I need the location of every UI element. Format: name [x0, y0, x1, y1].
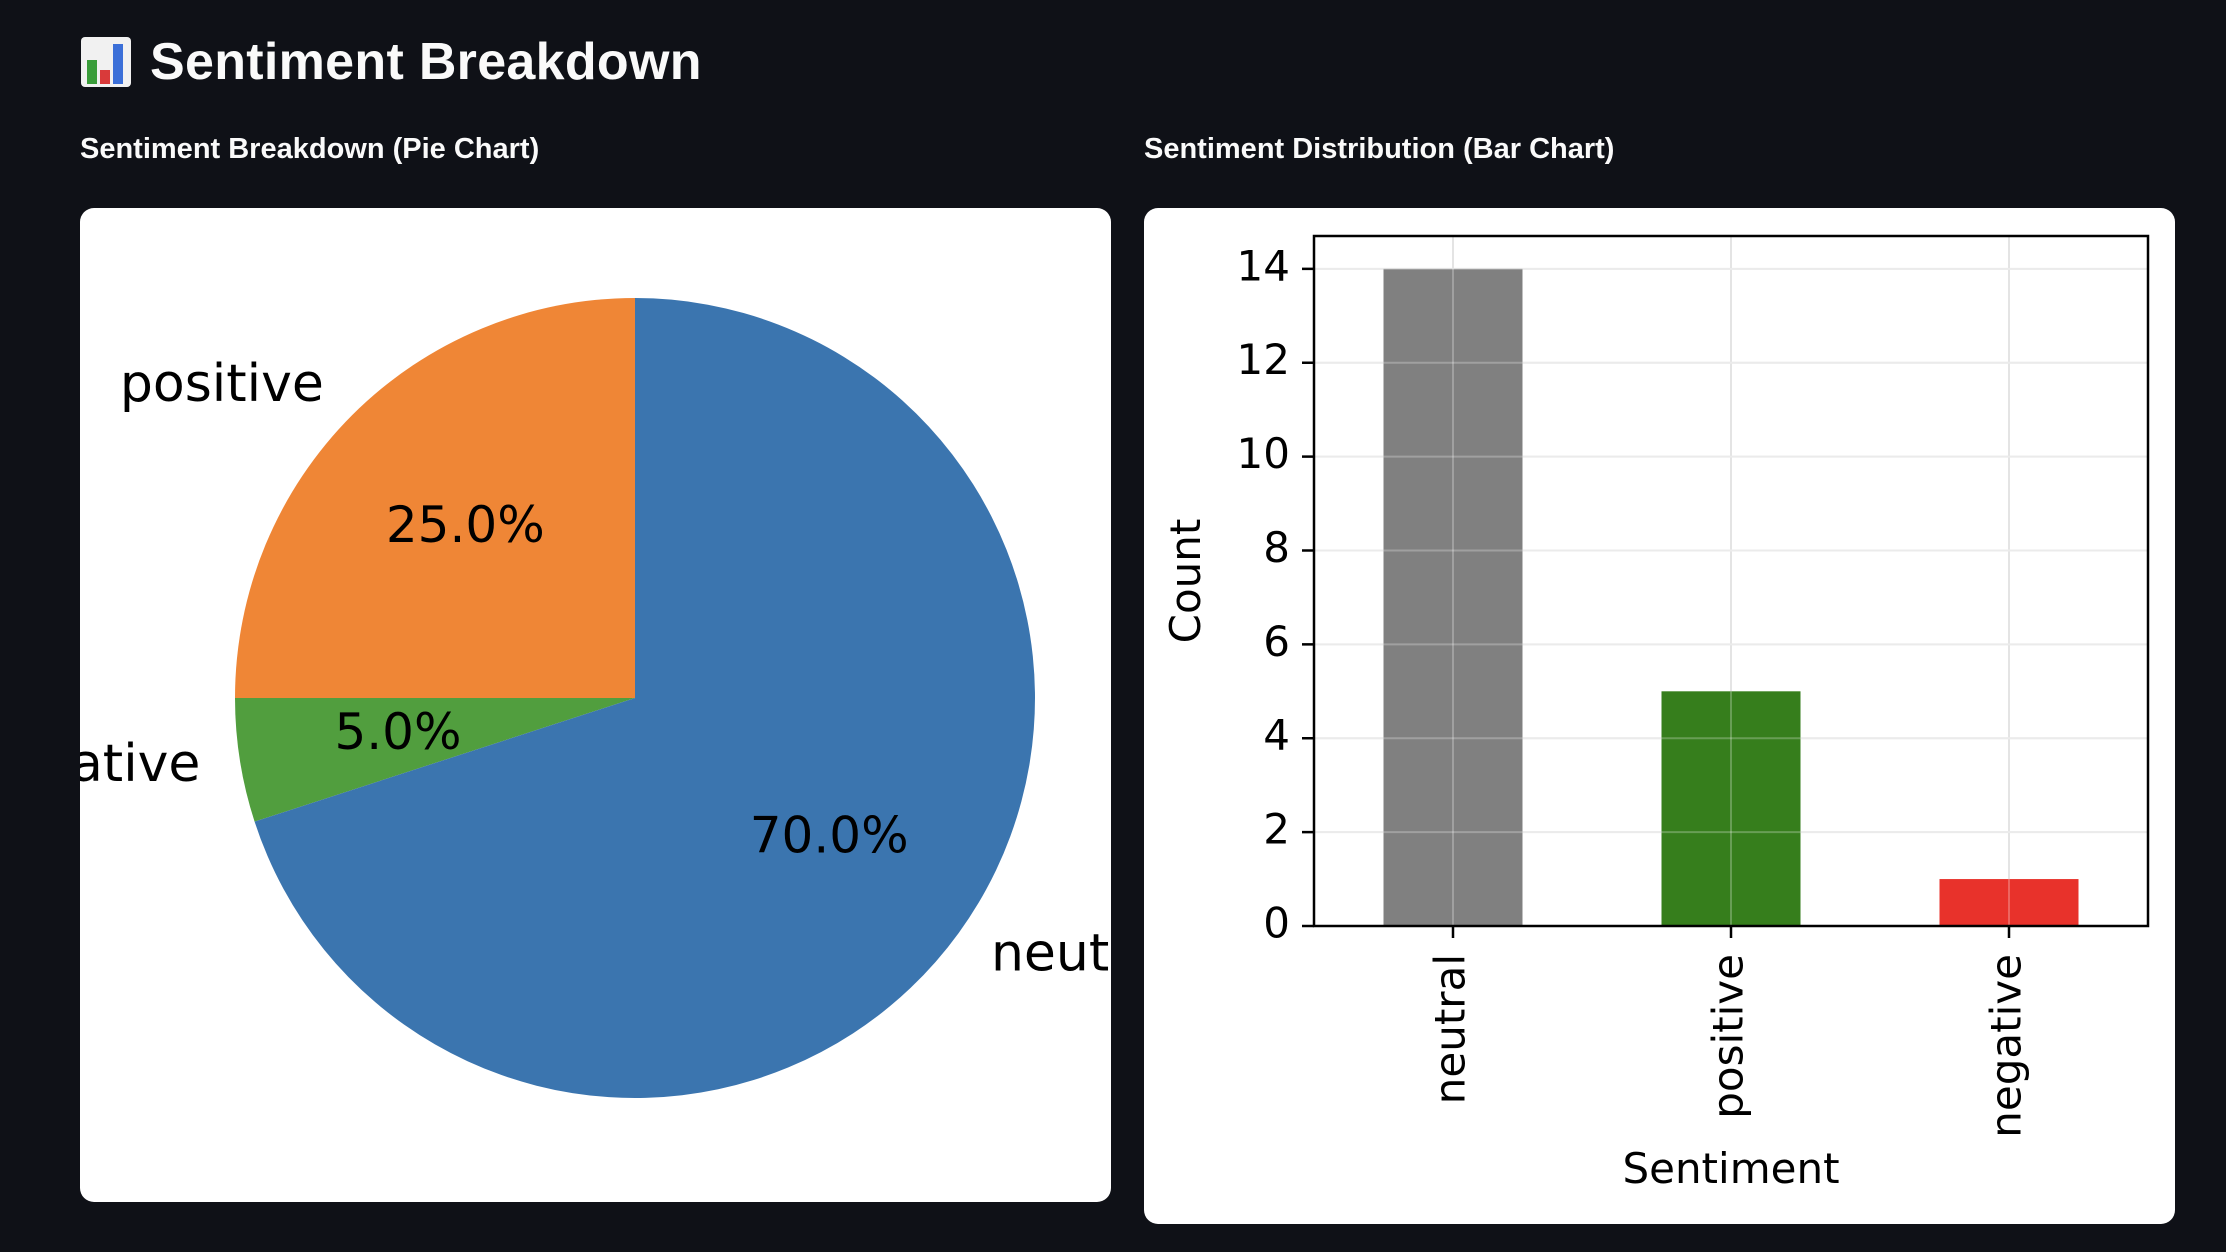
- y-tick-label: 14: [1237, 241, 1290, 290]
- y-tick-label: 12: [1237, 335, 1290, 384]
- bar-chart-subheader: Sentiment Distribution (Bar Chart): [1144, 133, 1615, 165]
- x-tick-label-neutral: neutral: [1426, 954, 1475, 1104]
- x-axis-label: Sentiment: [1622, 1144, 1839, 1193]
- y-tick-label: 2: [1263, 805, 1290, 854]
- y-tick-label: 0: [1263, 899, 1290, 948]
- y-tick-label: 10: [1237, 429, 1290, 478]
- y-tick-label: 8: [1263, 523, 1290, 572]
- y-tick-label: 4: [1263, 711, 1290, 760]
- pie-pct-label-neutral: 70.0%: [750, 807, 909, 865]
- pie-label-negative: negative: [80, 734, 200, 794]
- pie-chart-subheader: Sentiment Breakdown (Pie Chart): [80, 133, 540, 165]
- pie-label-neutral: neutral: [991, 924, 1111, 984]
- y-tick-label: 6: [1263, 617, 1290, 666]
- bar-chart-panel: 0 2 4 6 8 10 12 14 neutral positive negative Sentim…: [1144, 208, 2175, 1224]
- bar-chart-icon: [81, 37, 131, 87]
- pie-pct-label-negative: 5.0%: [334, 703, 461, 761]
- pie-chart: positive 25.0% negative 5.0% neutral 70.0%: [80, 298, 1111, 1098]
- pie-chart-panel: positive 25.0% negative 5.0% neutral 70.0%: [80, 208, 1111, 1202]
- bar-chart: 0 2 4 6 8 10 12 14 neutral positive negative Sentim…: [1161, 234, 2150, 1193]
- page-title: Sentiment Breakdown: [80, 22, 702, 102]
- pie-pct-label-positive: 25.0%: [386, 496, 545, 554]
- page-title-text: Sentiment Breakdown: [150, 33, 702, 91]
- y-axis-label: Count: [1161, 519, 1210, 644]
- x-tick-label-positive: positive: [1704, 954, 1753, 1119]
- x-tick-label-negative: negative: [1982, 954, 2031, 1138]
- pie-label-positive: positive: [120, 354, 324, 414]
